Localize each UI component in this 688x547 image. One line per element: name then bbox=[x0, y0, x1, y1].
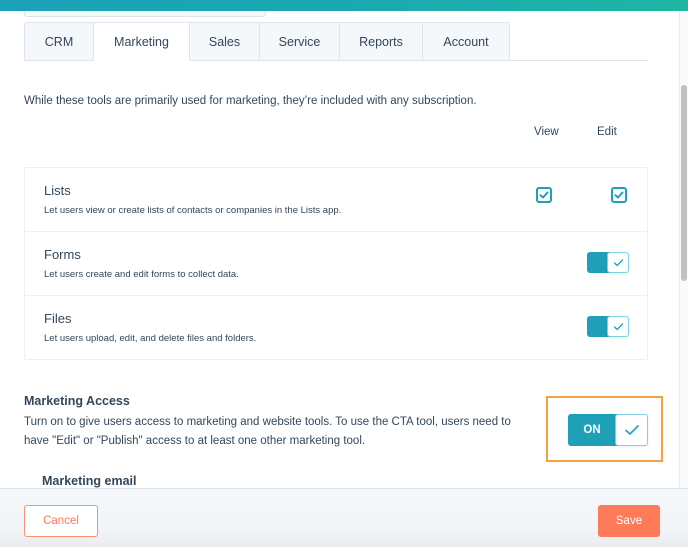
lists-view-checkbox[interactable] bbox=[536, 187, 552, 203]
check-icon bbox=[625, 425, 639, 435]
toggle-on-label: ON bbox=[568, 414, 618, 446]
check-icon bbox=[613, 259, 624, 267]
tab-bar: CRM Marketing Sales Service Reports Acco… bbox=[24, 22, 510, 61]
permission-title: Forms bbox=[44, 247, 81, 262]
footer-bar: Cancel Save bbox=[0, 488, 688, 547]
permission-row-forms: Forms Let users create and edit forms to… bbox=[25, 232, 647, 296]
tab-marketing[interactable]: Marketing bbox=[94, 22, 190, 61]
permission-title: Files bbox=[44, 311, 72, 326]
permission-description: Let users upload, edit, and delete files… bbox=[44, 333, 257, 344]
column-header-view: View bbox=[534, 126, 559, 138]
tab-sales[interactable]: Sales bbox=[190, 22, 260, 61]
tab-service[interactable]: Service bbox=[260, 22, 340, 61]
marketing-access-toggle[interactable]: ON bbox=[568, 414, 648, 446]
forms-toggle[interactable] bbox=[587, 252, 629, 273]
lists-edit-checkbox[interactable] bbox=[611, 187, 627, 203]
header-gradient-bar bbox=[0, 0, 688, 11]
tab-reports[interactable]: Reports bbox=[340, 22, 423, 61]
files-toggle[interactable] bbox=[587, 316, 629, 337]
toggle-knob bbox=[607, 252, 629, 273]
permission-title: Lists bbox=[44, 183, 71, 198]
permission-row-lists: Lists Let users view or create lists of … bbox=[25, 168, 647, 232]
intro-text: While these tools are primarily used for… bbox=[24, 95, 477, 107]
permission-description: Let users create and edit forms to colle… bbox=[44, 269, 239, 280]
toggle-knob bbox=[615, 414, 648, 446]
cancel-button[interactable]: Cancel bbox=[24, 505, 98, 537]
marketing-access-description: Turn on to give users access to marketin… bbox=[24, 416, 511, 447]
scrollbar-thumb[interactable] bbox=[681, 85, 687, 281]
permission-row-files: Files Let users upload, edit, and delete… bbox=[25, 296, 647, 359]
column-header-edit: Edit bbox=[597, 126, 617, 138]
clipped-section-heading: Marketing email bbox=[42, 474, 137, 488]
tab-account[interactable]: Account bbox=[423, 22, 510, 61]
tab-crm[interactable]: CRM bbox=[24, 22, 94, 61]
marketing-access-title: Marketing Access bbox=[24, 394, 130, 408]
check-icon bbox=[613, 323, 624, 331]
check-icon bbox=[614, 191, 624, 199]
scrollbar[interactable] bbox=[679, 11, 688, 488]
save-button[interactable]: Save bbox=[598, 505, 660, 537]
check-icon bbox=[539, 191, 549, 199]
top-field-edge[interactable] bbox=[24, 11, 266, 17]
toggle-knob bbox=[607, 316, 629, 337]
permission-description: Let users view or create lists of contac… bbox=[44, 205, 342, 216]
permissions-table: Lists Let users view or create lists of … bbox=[24, 167, 648, 360]
